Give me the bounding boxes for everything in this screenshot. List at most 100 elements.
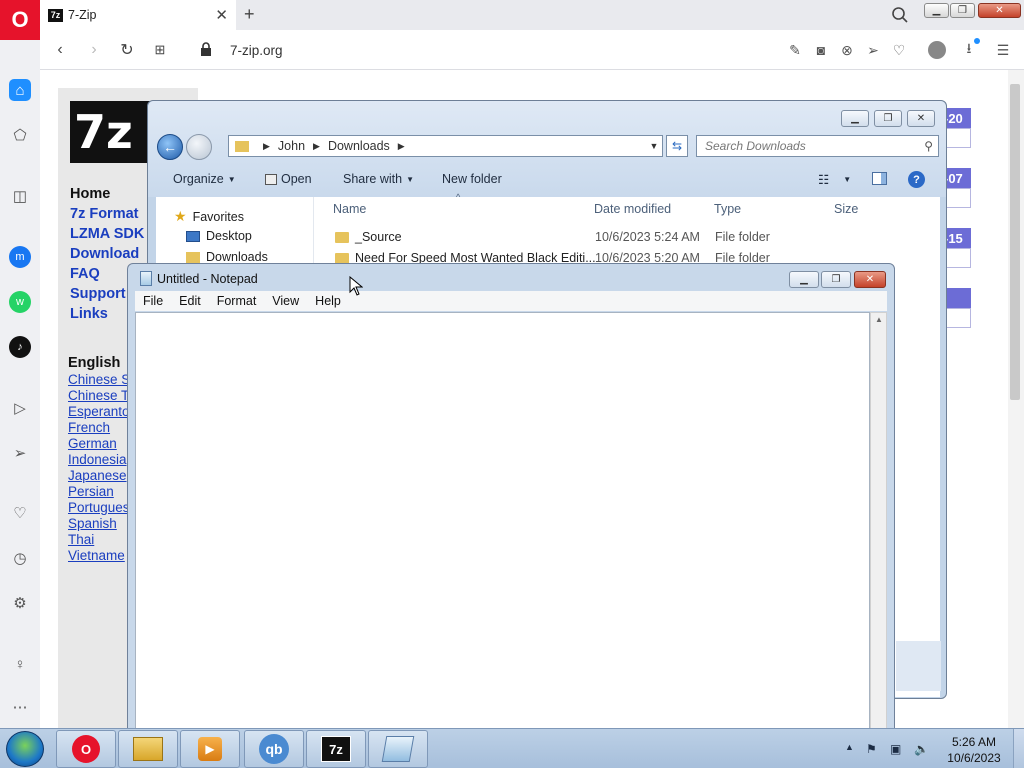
scroll-up-icon[interactable]: ▲ — [875, 315, 883, 324]
language-link[interactable]: Thai — [68, 532, 94, 547]
heart-icon[interactable]: ♡ — [890, 41, 908, 59]
notepad-scrollbar[interactable]: ▲ — [870, 312, 887, 732]
volume-muted-icon[interactable]: 🔈 — [914, 742, 929, 756]
preview-pane-button[interactable] — [872, 172, 887, 185]
menu-view[interactable]: View — [264, 294, 307, 308]
language-link[interactable]: Vietname — [68, 548, 125, 563]
language-link[interactable]: Persian — [68, 484, 114, 499]
easy-setup-icon[interactable]: ☰ — [994, 41, 1012, 59]
menu-format[interactable]: Format — [209, 294, 265, 308]
language-link[interactable]: Chinese T — [68, 388, 129, 403]
explorer-back-icon[interactable]: ← — [157, 134, 183, 160]
nav-download-link[interactable]: Download — [70, 246, 139, 262]
language-link[interactable]: Spanish — [68, 516, 117, 531]
send-icon[interactable]: ➢ — [864, 41, 882, 59]
language-link[interactable]: French — [68, 420, 110, 435]
more-icon[interactable]: ⋯ — [9, 696, 31, 718]
downloads-item[interactable]: Downloads — [186, 250, 268, 264]
language-link[interactable]: German — [68, 436, 117, 451]
explorer-search-input[interactable]: Search Downloads ⚲ — [696, 135, 939, 157]
network-icon[interactable]: ▣ — [890, 742, 901, 756]
share-with-button[interactable]: Share with ▼ — [343, 172, 414, 186]
adblock-icon[interactable]: ⊗ — [838, 41, 856, 59]
menu-help[interactable]: Help — [307, 294, 349, 308]
taskbar-notepad-button[interactable] — [368, 730, 428, 768]
taskbar-qbittorrent-button[interactable]: qb — [244, 730, 304, 768]
send-flow-icon[interactable]: ➢ — [9, 442, 31, 464]
explorer-forward-icon[interactable] — [186, 134, 212, 160]
tray-expand-icon[interactable]: ▲ — [845, 742, 854, 752]
breadcrumb-dropdown-icon[interactable]: ▼ — [646, 136, 662, 156]
browser-close-button[interactable]: ✕ — [978, 3, 1021, 18]
show-desktop-button[interactable] — [1013, 729, 1024, 768]
notepad-maximize-button[interactable]: ❐ — [821, 271, 851, 288]
language-link[interactable]: Chinese S — [68, 372, 130, 387]
settings-gear-icon[interactable]: ⚙ — [9, 592, 31, 614]
menu-file[interactable]: File — [135, 294, 171, 308]
language-link[interactable]: Esperanto — [68, 404, 130, 419]
messenger-icon[interactable]: m — [9, 246, 31, 268]
menu-edit[interactable]: Edit — [171, 294, 209, 308]
url-field[interactable]: 7-zip.org — [230, 43, 283, 58]
reload-icon[interactable]: ↻ — [117, 40, 137, 60]
taskbar-explorer-button[interactable] — [118, 730, 178, 768]
taskbar-7zip-button[interactable]: 7z — [306, 730, 366, 768]
language-link[interactable]: Japanese — [68, 468, 127, 483]
whatsapp-icon[interactable]: w — [9, 291, 31, 313]
notepad-minimize-button[interactable]: ▁ — [789, 271, 819, 288]
notepad-text-area[interactable] — [135, 312, 870, 732]
browser-tab[interactable]: 7z 7-Zip ✕ — [40, 0, 236, 30]
home-icon[interactable]: ⌂ — [9, 79, 31, 101]
speed-dial-icon[interactable]: ⊞ — [150, 40, 170, 60]
language-link[interactable]: Portugues — [68, 500, 130, 515]
favorites-item[interactable]: ★ Favorites — [174, 208, 244, 225]
nav-faq-link[interactable]: FAQ — [70, 266, 100, 282]
page-scrollbar-thumb[interactable] — [1010, 84, 1020, 400]
nav-links-link[interactable]: Links — [70, 306, 108, 322]
file-row[interactable]: _Source 10/6/2023 5:24 AM File folder — [335, 230, 770, 244]
language-link[interactable]: Indonesia — [68, 452, 127, 467]
explorer-minimize-button[interactable]: ▁ — [841, 110, 869, 127]
breadcrumb-arrow-icon[interactable]: ▶ — [263, 141, 270, 152]
breadcrumb-arrow-icon[interactable]: ▶ — [313, 141, 320, 152]
open-button[interactable]: Open — [265, 172, 312, 186]
camera-icon[interactable]: ◙ — [812, 41, 830, 59]
forward-icon[interactable]: › — [84, 40, 104, 60]
tab-close-icon[interactable]: ✕ — [215, 6, 228, 24]
change-view-button[interactable]: ☷ ▼ — [818, 172, 851, 187]
system-clock[interactable]: 5:26 AM 10/6/2023 — [940, 734, 1008, 766]
desktop-item[interactable]: Desktop — [186, 229, 252, 243]
breadcrumb-item[interactable]: Downloads — [328, 139, 390, 153]
new-folder-button[interactable]: New folder — [442, 172, 502, 186]
start-button[interactable] — [6, 731, 44, 767]
player-icon[interactable]: ▷ — [9, 397, 31, 419]
explorer-close-button[interactable]: ✕ — [907, 110, 935, 127]
back-icon[interactable]: ‹ — [50, 40, 70, 60]
profile-avatar-icon[interactable] — [926, 41, 948, 59]
tiktok-icon[interactable]: ♪ — [9, 336, 31, 358]
column-header-name[interactable]: Name — [333, 202, 366, 216]
column-header-date[interactable]: Date modified — [594, 202, 671, 216]
taskbar-media-button[interactable]: ▶ — [180, 730, 240, 768]
explorer-refresh-icon[interactable]: ⇆ — [666, 135, 688, 157]
browser-maximize-button[interactable]: ❐ — [950, 3, 975, 18]
column-header-size[interactable]: Size — [834, 202, 858, 216]
history-clock-icon[interactable]: ◷ — [9, 547, 31, 569]
action-center-flag-icon[interactable]: ⚑ — [866, 742, 877, 756]
breadcrumb-item[interactable]: John — [278, 139, 305, 153]
new-tab-button[interactable]: + — [244, 4, 255, 25]
search-tabs-icon[interactable] — [891, 6, 909, 24]
shopping-bag-icon[interactable]: ◫ — [9, 185, 31, 207]
organize-button[interactable]: Organize ▼ — [173, 172, 236, 186]
nav-support-link[interactable]: Support — [70, 286, 126, 302]
nav-lzma-sdk-link[interactable]: LZMA SDK — [70, 226, 144, 242]
nav-home-link[interactable]: Home — [70, 186, 110, 202]
browser-minimize-button[interactable]: ▁ — [924, 3, 949, 18]
crypto-wallet-icon[interactable]: ⬠ — [9, 124, 31, 146]
taskbar-opera-button[interactable]: O — [56, 730, 116, 768]
explorer-maximize-button[interactable]: ❐ — [874, 110, 902, 127]
breadcrumb-arrow-icon[interactable]: ▶ — [398, 141, 405, 152]
breadcrumb[interactable]: ▶ John ▶ Downloads ▶ ▼ — [228, 135, 663, 157]
opera-menu-icon[interactable]: O — [0, 0, 40, 40]
tips-lightbulb-icon[interactable]: ♀ — [9, 653, 31, 675]
